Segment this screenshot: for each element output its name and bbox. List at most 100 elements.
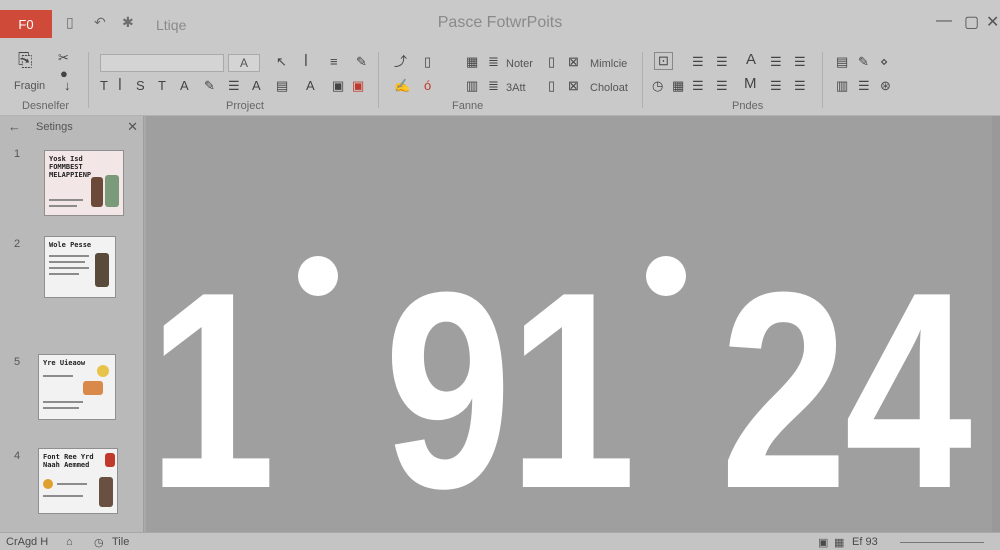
outdent-icon[interactable]: ☰ [716, 78, 728, 94]
lock-icon[interactable]: ⌂ [66, 536, 73, 548]
slide-thumbnail[interactable]: Yosk Isd FOMMBEST MELAPPIENP [44, 150, 124, 216]
settings-icon[interactable]: ⊛ [880, 78, 891, 94]
zoom-level[interactable]: Ef 93 [852, 536, 878, 548]
align-center-icon[interactable]: ☰ [716, 54, 728, 70]
person-figure [105, 175, 119, 207]
separator-dot [298, 256, 338, 296]
text-line [49, 205, 77, 207]
grid-icon[interactable]: ▥ [466, 78, 478, 94]
notes-label[interactable]: Noter [506, 56, 533, 72]
numbering-icon[interactable]: ☰ [794, 78, 806, 94]
slide-number: 5 [14, 356, 21, 368]
page-icon[interactable]: ▯ [424, 54, 431, 70]
fill-color-icon[interactable]: ▣ [352, 78, 364, 94]
edit-icon[interactable]: ✎ [858, 54, 869, 70]
font-name-field[interactable] [100, 54, 224, 72]
font-style-icon[interactable]: A [746, 52, 756, 68]
table-tool-icon[interactable]: ▦ [466, 54, 478, 70]
find-icon[interactable]: ▥ [836, 78, 848, 94]
close-icon[interactable]: ✕ [127, 119, 138, 135]
mimlcie-dropdown[interactable]: Mimlcie [590, 56, 627, 72]
clock-icon[interactable]: ◷ [652, 78, 663, 94]
shape-outline-icon[interactable]: ó [424, 78, 431, 94]
ribbon: ⎘ ✂ ● Fragin ↓ A ↖ ꟾ ≡ ✎ T ꟾ S T A ✎ ☰ A… [0, 46, 1000, 116]
zoom-slider[interactable] [900, 542, 984, 543]
divider [378, 52, 379, 108]
pen-icon[interactable]: ✎ [356, 54, 367, 70]
slide-thumbnail[interactable]: Wole Pesse [44, 236, 116, 298]
grid-view-icon[interactable]: ▦ [834, 536, 844, 549]
thumbnail-title: Yre Uieaow [43, 359, 86, 367]
close-icon[interactable]: ✕ [986, 12, 999, 32]
indent-icon[interactable]: ☰ [692, 78, 704, 94]
columns-icon[interactable]: ≣ [488, 78, 499, 94]
arrange-icon[interactable]: ▤ [836, 54, 848, 70]
divider [642, 52, 643, 108]
choloat-dropdown[interactable]: Choloat [590, 80, 628, 96]
person-figure [95, 253, 109, 287]
format-painter-icon[interactable]: ↓ [64, 78, 71, 94]
image-icon[interactable]: ⊠ [568, 54, 579, 70]
text-effect-icon[interactable]: A [252, 78, 261, 94]
text-line [49, 199, 83, 201]
slide-thumbnail[interactable]: Font Ree Yrd Naah Aemmed [38, 448, 118, 514]
view-icon[interactable]: ▣ [818, 536, 828, 549]
brush-icon[interactable]: ✎ [204, 78, 215, 94]
clock-icon[interactable]: ◷ [94, 536, 104, 549]
align-icon[interactable]: ≡ [330, 54, 338, 70]
slide-thumbnail[interactable]: Yre Uieaow [38, 354, 116, 420]
italic-icon[interactable]: ꟾ [304, 54, 308, 70]
notes-label[interactable]: Tile [112, 536, 129, 548]
curve-icon[interactable]: ⤴ [394, 54, 407, 70]
paste-icon[interactable]: ⎘ [18, 51, 32, 69]
slide-canvas[interactable]: 1 91 24 [146, 116, 1000, 532]
clipboard-label[interactable]: Fragin [14, 78, 45, 94]
grow-font-icon[interactable]: A [306, 78, 315, 94]
list-icon[interactable]: ☰ [228, 78, 240, 94]
style-m-icon[interactable]: M [744, 76, 757, 92]
underline-icon[interactable]: ꟾ [118, 78, 122, 94]
person-figure [99, 477, 113, 507]
font-color-icon[interactable]: T [158, 78, 166, 94]
text-box-icon[interactable]: ▯ [548, 54, 555, 70]
slides-pane: ← Setings ✕ 1 Yosk Isd FOMMBEST MELAPPIE… [0, 116, 144, 532]
table-icon[interactable]: ▣ [332, 78, 344, 94]
group-label: Desnelfer [22, 100, 70, 112]
pane-title: Setings [36, 121, 73, 133]
replace-icon[interactable]: ☰ [858, 78, 870, 94]
layout-icon[interactable]: ⊡ [654, 52, 673, 70]
vertical-scrollbar[interactable] [992, 116, 1000, 532]
icon-figure [43, 479, 53, 489]
slide-digits: 91 [384, 235, 636, 547]
frame-icon[interactable]: ▯ [548, 78, 555, 94]
shapes-icon[interactable]: ▤ [276, 78, 288, 94]
restore-icon[interactable]: ▢ [964, 12, 979, 32]
status-text: CrAgd H [6, 536, 49, 548]
bold-icon[interactable]: T [100, 78, 108, 94]
justify-icon[interactable]: ☰ [794, 54, 806, 70]
group-label: Prroject [226, 100, 264, 112]
brush-tool-icon[interactable]: ✍ [394, 78, 410, 94]
notes-icon[interactable]: ≣ [488, 54, 499, 70]
attach-label[interactable]: 3Att [506, 80, 526, 96]
cut-icon[interactable]: ✂ [58, 50, 69, 66]
illustration [83, 381, 103, 395]
thumbnail-title: Wole Pesse [49, 241, 92, 249]
align-right-icon[interactable]: ☰ [770, 54, 782, 70]
window-title: Pasce FotwrPoits [437, 14, 563, 31]
calendar-icon[interactable]: ▦ [672, 78, 684, 94]
select-icon[interactable]: ⋄ [880, 54, 888, 70]
strikethrough-icon[interactable]: S [136, 78, 145, 94]
back-arrow-icon[interactable]: ← [8, 119, 21, 134]
slide-digits: 24 [720, 235, 972, 547]
bullets-icon[interactable]: ☰ [770, 78, 782, 94]
divider [88, 52, 89, 108]
arrow-icon[interactable]: ↖ [276, 54, 287, 70]
font-size-field[interactable]: A [228, 54, 260, 72]
text-line [57, 483, 87, 485]
picture-icon[interactable]: ⊠ [568, 78, 579, 94]
text-line [43, 495, 83, 497]
highlight-icon[interactable]: A [180, 78, 189, 94]
minimize-icon[interactable]: — [936, 12, 952, 30]
align-left-icon[interactable]: ☰ [692, 54, 704, 70]
